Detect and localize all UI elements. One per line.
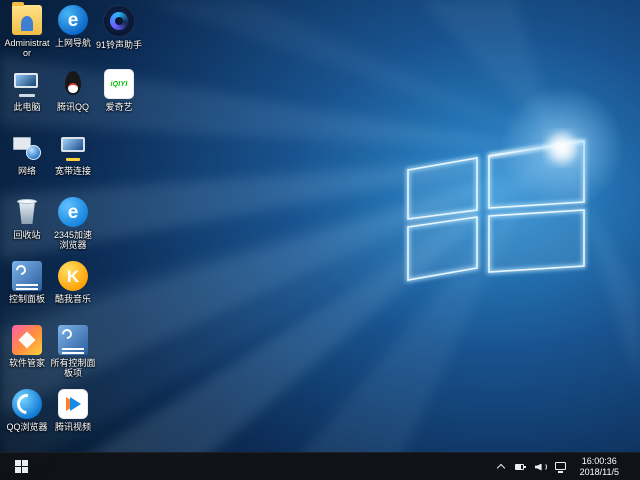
clock-time: 16:00:36	[582, 456, 617, 467]
desktop-icon-label: 腾讯视频	[55, 422, 91, 432]
desktop-icon-label: 控制面板	[9, 294, 45, 304]
desktop-icon-label: QQ浏览器	[6, 422, 47, 432]
desktop-icon-label: 腾讯QQ	[57, 102, 89, 112]
desktop-icon-kuwo-music[interactable]: 酷我音乐	[50, 258, 96, 322]
desktop-icon-web-navigation[interactable]: 上网导航	[50, 2, 96, 66]
recycle-bin-icon	[12, 197, 42, 227]
desktop-icon-administrator[interactable]: Administrator	[4, 2, 50, 66]
network-icon	[12, 133, 42, 163]
desktop-icon-2345-browser[interactable]: 2345加速浏览器	[50, 194, 96, 258]
desktop-icon-tencent-qq[interactable]: 腾讯QQ	[50, 66, 96, 130]
start-button[interactable]	[0, 453, 42, 480]
software-manager-icon	[12, 325, 42, 355]
qq-icon	[58, 69, 88, 99]
system-tray: 16:00:36 2018/11/5	[495, 453, 640, 480]
control-panel-icon	[58, 325, 88, 355]
windows-logo-icon	[15, 460, 28, 473]
battery-icon[interactable]	[515, 461, 527, 473]
user-folder-icon	[12, 5, 42, 35]
desktop-icon-label: 网络	[18, 166, 36, 176]
iqiyi-icon	[104, 69, 134, 99]
desktop-icon-label: Administrator	[4, 38, 50, 58]
desktop-icon-label: 91铃声助手	[96, 40, 142, 50]
chevron-up-icon[interactable]	[495, 461, 507, 473]
qq-browser-icon	[12, 389, 42, 419]
ringtone-icon	[103, 5, 135, 37]
taskbar: 16:00:36 2018/11/5	[0, 452, 640, 480]
desktop-icon-broadband-connection[interactable]: 宽带连接	[50, 130, 96, 194]
speaker-icon[interactable]	[535, 461, 547, 473]
kuwo-icon	[58, 261, 88, 291]
desktop-icon-label: 所有控制面板项	[50, 358, 96, 378]
e-browser-icon	[58, 197, 88, 227]
desktop[interactable]: Administrator 此电脑 网络 回收站 控制面板 软件管家 QQ浏览器…	[0, 0, 640, 480]
desktop-icon-label: 酷我音乐	[55, 294, 91, 304]
clock-date: 2018/11/5	[580, 467, 619, 478]
desktop-icon-iqiyi[interactable]: 爱奇艺	[96, 66, 142, 130]
desktop-icon-control-panel[interactable]: 控制面板	[4, 258, 50, 322]
desktop-icon-network[interactable]: 网络	[4, 130, 50, 194]
desktop-icon-label: 2345加速浏览器	[50, 230, 96, 250]
desktop-icon-software-manager[interactable]: 软件管家	[4, 322, 50, 386]
edge-blue-icon	[58, 5, 88, 35]
desktop-icon-91-ringtone-assistant[interactable]: 91铃声助手	[96, 2, 142, 66]
desktop-icon-label: 宽带连接	[55, 166, 91, 176]
desktop-icon-label: 上网导航	[55, 38, 91, 48]
desktop-icon-all-control-panel-items[interactable]: 所有控制面板项	[50, 322, 96, 386]
desktop-icon-tencent-video[interactable]: 腾讯视频	[50, 386, 96, 450]
network-tray-icon[interactable]	[555, 461, 567, 473]
desktop-icon-label: 此电脑	[13, 102, 40, 112]
desktop-icon-this-pc[interactable]: 此电脑	[4, 66, 50, 130]
desktop-icon-recycle-bin[interactable]: 回收站	[4, 194, 50, 258]
taskbar-clock[interactable]: 16:00:36 2018/11/5	[575, 456, 624, 477]
desktop-icon-grid: Administrator 此电脑 网络 回收站 控制面板 软件管家 QQ浏览器…	[4, 2, 142, 452]
desktop-icon-label: 爱奇艺	[105, 102, 132, 112]
tencent-video-icon	[58, 389, 88, 419]
control-panel-icon	[12, 261, 42, 291]
desktop-icon-label: 软件管家	[9, 358, 45, 368]
computer-icon	[12, 69, 42, 99]
broadband-icon	[58, 133, 88, 163]
desktop-icon-label: 回收站	[13, 230, 40, 240]
desktop-icon-qq-browser[interactable]: QQ浏览器	[4, 386, 50, 450]
